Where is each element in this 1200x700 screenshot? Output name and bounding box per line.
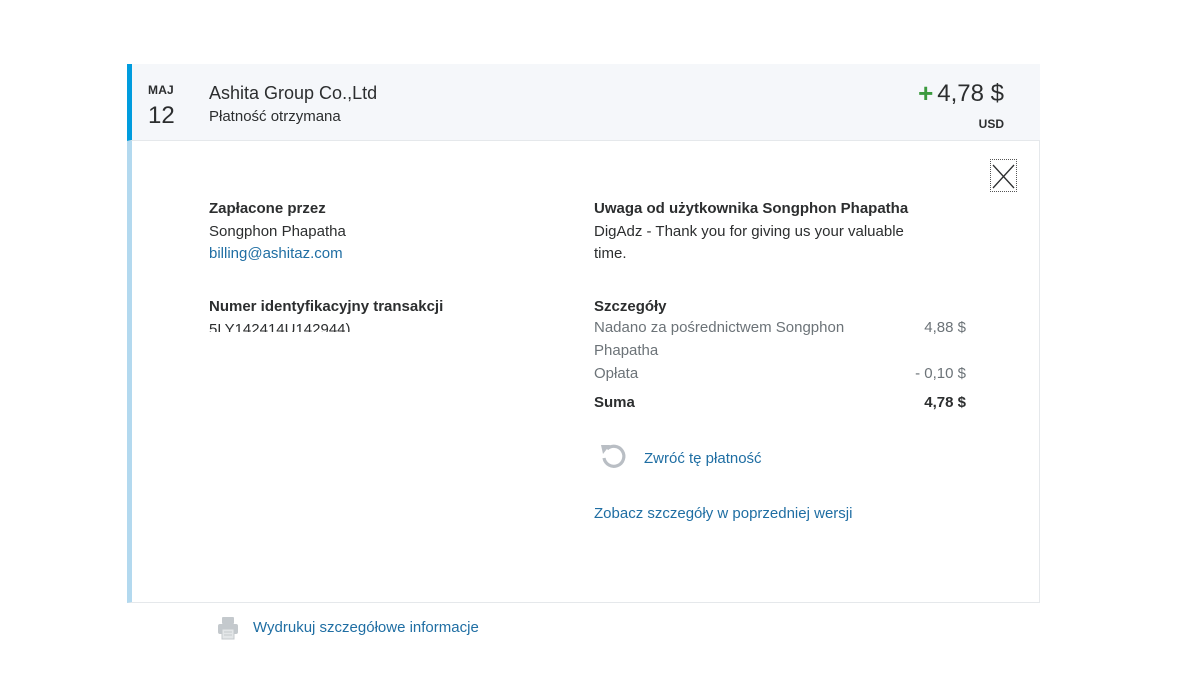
details-row-name: Nadano za pośrednictwem Songphon Phapath… [594, 316, 884, 362]
details-row-total: Suma 4,78 $ [594, 391, 966, 414]
details-row-name: Suma [594, 394, 635, 411]
details-row-name-line1: Nadano za pośrednictwem Songphon [594, 319, 845, 336]
print-details-link[interactable]: Wydrukuj szczegółowe informacje [253, 619, 479, 636]
details-row-value: 4,78 $ [924, 394, 966, 411]
previous-version-link[interactable]: Zobacz szczegóły w poprzedniej wersji [594, 505, 852, 522]
details-row-value: 4,88 $ [924, 319, 966, 336]
details-row-name-line2: Phapatha [594, 342, 659, 359]
printer-icon[interactable] [217, 616, 239, 645]
refund-payment-link[interactable]: Zwróć tę płatność [644, 450, 762, 467]
close-button[interactable] [990, 159, 1017, 192]
note-label: Uwaga od użytkownika Songphon Phapatha [594, 200, 909, 217]
transaction-id-label: Numer identyfikacyjny transakcji [209, 298, 444, 315]
details-label: Szczegóły [594, 298, 667, 315]
amount-plus-sign: + [918, 78, 934, 108]
details-row-fee: Opłata - 0,10 $ [594, 362, 966, 385]
currency-code: USD [978, 117, 1004, 131]
refund-icon[interactable] [598, 441, 628, 476]
date-day: 12 [148, 102, 175, 129]
amount-block: +4,78 $ USD [918, 78, 1004, 131]
date-month: MAJ [148, 83, 174, 97]
details-row-name: Opłata [594, 365, 639, 382]
details-row-value: - 0,10 $ [915, 365, 966, 382]
details-row-sent: Nadano za pośrednictwem Songphon Phapath… [594, 316, 966, 362]
payer-email-link[interactable]: billing@ashitaz.com [209, 245, 343, 262]
note-text-line2: time. [594, 245, 627, 262]
transaction-id-value: 5LY142414U142944) [209, 321, 351, 332]
payer-name: Songphon Phapatha [209, 223, 346, 240]
paid-by-label: Zapłacone przez [209, 200, 326, 217]
transaction-card: MAJ 12 Ashita Group Co.,Ltd Płatność otr… [127, 64, 1040, 640]
transaction-header[interactable]: MAJ 12 Ashita Group Co.,Ltd Płatność otr… [127, 64, 1040, 141]
transaction-details-panel: Zapłacone przez Songphon Phapatha billin… [127, 141, 1040, 640]
amount-value: 4,78 $ [937, 80, 1004, 107]
close-icon [992, 164, 1015, 189]
transaction-status: Płatność otrzymana [209, 108, 341, 125]
note-text-line1: DigAdz - Thank you for giving us your va… [594, 223, 904, 240]
merchant-name: Ashita Group Co.,Ltd [209, 83, 378, 103]
